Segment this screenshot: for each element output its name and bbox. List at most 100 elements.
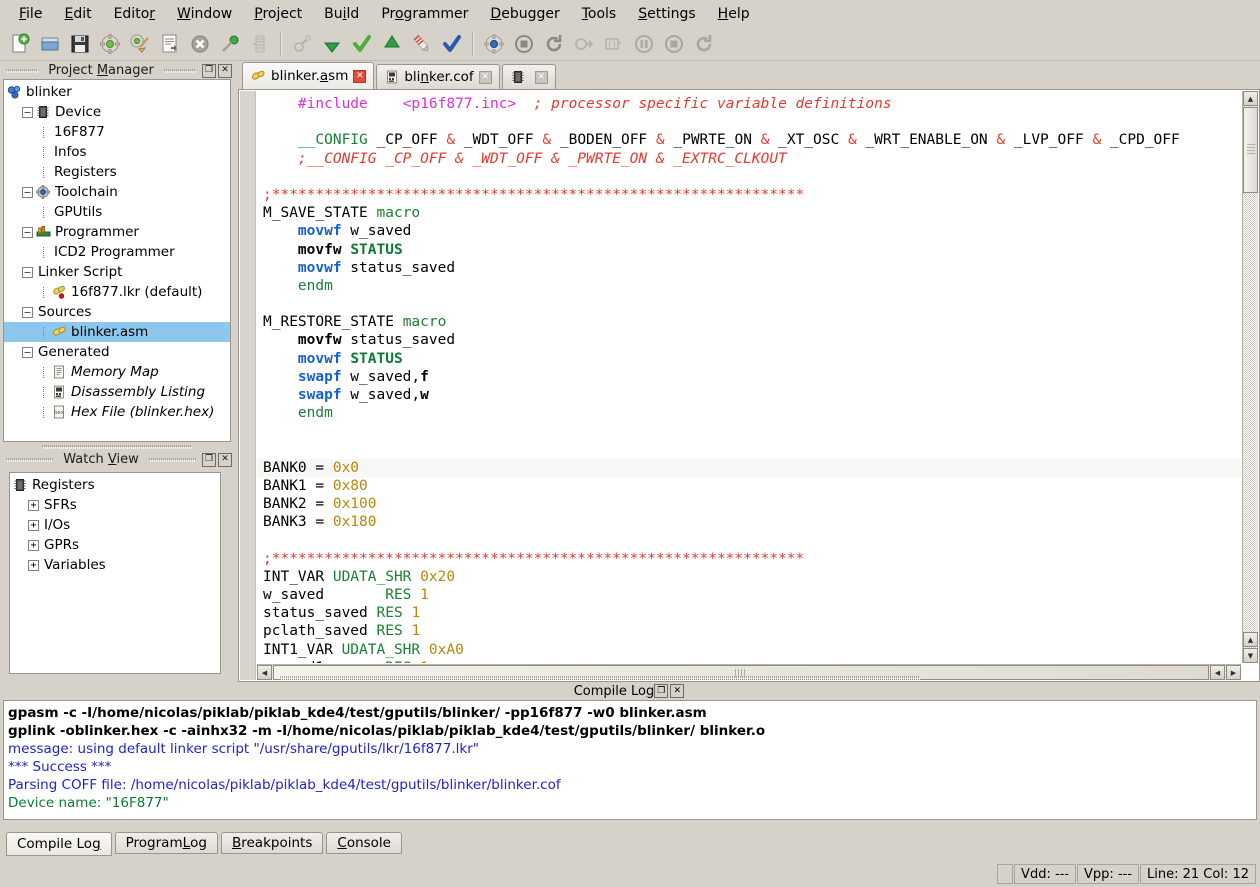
menu-item-help[interactable]: Help: [707, 3, 761, 25]
menu-item-window[interactable]: Window: [166, 3, 243, 25]
icon-border[interactable]: [240, 91, 256, 680]
expand-icon[interactable]: +: [28, 519, 39, 531]
project-tree-item-node[interactable]: – Generated: [4, 342, 230, 362]
close-icon[interactable]: ✕: [218, 452, 232, 467]
collapse-icon[interactable]: –: [22, 346, 33, 358]
log-tab-console[interactable]: Console: [326, 832, 402, 854]
log-tab-program-log[interactable]: Program Log: [114, 832, 218, 854]
watch-tree-item-node[interactable]: + Variables: [10, 555, 220, 575]
undock-icon[interactable]: ❐: [202, 63, 216, 78]
scroll-up-button[interactable]: ▲: [1243, 91, 1258, 106]
project-tree-item-node[interactable]: 16F877: [4, 122, 230, 142]
compile-file-icon[interactable]: [156, 30, 184, 58]
project-tree-item-node[interactable]: – Programmer: [4, 222, 230, 242]
undock-icon[interactable]: ❐: [202, 452, 216, 467]
project-tree-item-node[interactable]: – Device: [4, 102, 230, 122]
restart-icon[interactable]: [690, 30, 718, 58]
project-tree[interactable]: blinker – Device 16F877 Infos Registers – Toolc…: [4, 80, 230, 422]
project-tree-item-node[interactable]: GPUtils: [4, 202, 230, 222]
editor-vertical-scrollbar[interactable]: ▲ ▲ ▼: [1242, 91, 1258, 663]
compile-log-output[interactable]: gpasm -c -I/home/nicolas/piklab/piklab_k…: [3, 700, 1257, 820]
close-icon[interactable]: ✕: [218, 63, 232, 78]
erase-device-icon[interactable]: [378, 30, 406, 58]
project-tree-item-node[interactable]: hex Hex File (blinker.hex): [4, 402, 230, 422]
check-device-icon[interactable]: [348, 30, 376, 58]
watch-view-titlebar[interactable]: Watch View ❐ ✕: [0, 451, 234, 468]
project-tree-item-node[interactable]: – Linker Script: [4, 262, 230, 282]
log-tab-compile-log[interactable]: Compile Lo g: [6, 832, 112, 856]
debug-reset-icon[interactable]: [540, 30, 568, 58]
collapse-icon[interactable]: –: [22, 306, 33, 318]
watch-tree-item-node[interactable]: + I/Os: [10, 515, 220, 535]
project-tree-item-node[interactable]: Disassembly Listing: [4, 382, 230, 402]
editor-tab-registers[interactable]: ✕: [501, 64, 556, 89]
verify-all-icon[interactable]: [438, 30, 466, 58]
vertical-scroll-thumb[interactable]: [1243, 107, 1258, 193]
expand-icon[interactable]: +: [28, 559, 39, 571]
menu-item-editor[interactable]: Editor: [103, 3, 166, 25]
read-device-icon[interactable]: [318, 30, 346, 58]
menu-item-build[interactable]: Build: [313, 3, 370, 25]
collapse-icon[interactable]: –: [22, 106, 33, 118]
project-tree-item-node[interactable]: Memory Map: [4, 362, 230, 382]
project-manager-titlebar[interactable]: Project Manager ❐ ✕: [0, 62, 234, 79]
collapse-icon[interactable]: –: [22, 226, 33, 238]
listing-icon: [51, 384, 67, 400]
build-project-icon[interactable]: [96, 30, 124, 58]
project-tree-item-node[interactable]: 16f877.lkr (default): [4, 282, 230, 302]
debug-stop-icon[interactable]: [510, 30, 538, 58]
collapse-icon[interactable]: –: [22, 186, 33, 198]
watch-tree[interactable]: Registers + SFRs + I/Os + GPRs + Variables: [10, 473, 220, 575]
pause-icon[interactable]: [630, 30, 658, 58]
save-file-icon[interactable]: [66, 30, 94, 58]
menu-item-settings[interactable]: Settings: [627, 3, 706, 25]
tab-close-icon[interactable]: ✕: [534, 70, 548, 84]
undock-icon[interactable]: ❐: [654, 684, 669, 698]
project-tree-item-node[interactable]: – Toolchain: [4, 182, 230, 202]
program-device-icon[interactable]: [246, 30, 274, 58]
menu-item-file[interactable]: File: [8, 3, 53, 25]
project-tree-item-node[interactable]: blinker: [4, 82, 230, 102]
step-out-icon[interactable]: {}: [600, 30, 628, 58]
halt-icon[interactable]: [660, 30, 688, 58]
debug-start-icon[interactable]: [480, 30, 508, 58]
verify-icon[interactable]: [408, 30, 436, 58]
stop-build-icon[interactable]: [186, 30, 214, 58]
menu-item-edit[interactable]: Edit: [53, 3, 102, 25]
code-token: _CPD_OFF: [1101, 132, 1180, 149]
watch-tree-item-node[interactable]: + GPRs: [10, 535, 220, 555]
project-tree-item-node[interactable]: – Sources: [4, 302, 230, 322]
scroll-up-button-bottom[interactable]: ▲: [1243, 632, 1258, 647]
connect-programmer-icon[interactable]: [216, 30, 244, 58]
editor-tab-blinker.cof[interactable]: blinker.cof ✕: [376, 64, 500, 89]
menu-item-tools[interactable]: Tools: [571, 3, 628, 25]
log-tab-breakpoints[interactable]: Breakpoints: [220, 832, 324, 854]
close-icon[interactable]: ✕: [670, 684, 685, 698]
expand-icon[interactable]: +: [28, 539, 39, 551]
project-tree-item-node[interactable]: blinker.asm: [4, 322, 230, 342]
compile-log-titlebar[interactable]: Compile Log ❐ ✕: [0, 682, 1260, 700]
menu-item-debugger[interactable]: Debugger: [479, 3, 570, 25]
open-file-icon[interactable]: [36, 30, 64, 58]
menu-item-project[interactable]: Project: [243, 3, 313, 25]
watch-tree-item-node[interactable]: Registers: [10, 475, 220, 495]
verify-device-icon[interactable]: [288, 30, 316, 58]
new-file-icon[interactable]: [6, 30, 34, 58]
project-tree-item-node[interactable]: ICD2 Programmer: [4, 242, 230, 262]
project-tree-item-node[interactable]: Registers: [4, 162, 230, 182]
step-into-icon[interactable]: [570, 30, 598, 58]
source-code-view[interactable]: #include <p16f877.inc> ; processor speci…: [257, 91, 1241, 663]
code-token: UDATA_SHR: [332, 568, 412, 585]
tab-close-icon[interactable]: ✕: [478, 70, 492, 84]
expand-icon[interactable]: +: [28, 499, 39, 511]
watch-tree-item-node[interactable]: + SFRs: [10, 495, 220, 515]
tab-close-icon[interactable]: ✕: [353, 69, 367, 83]
editor-tab-blinker.asm[interactable]: blinker.asm ✕: [242, 62, 375, 89]
clean-project-icon[interactable]: [126, 30, 154, 58]
project-tree-item-node[interactable]: Infos: [4, 142, 230, 162]
menu-item-programmer[interactable]: Programmer: [370, 3, 479, 25]
scroll-down-button[interactable]: ▼: [1243, 648, 1258, 663]
collapse-icon[interactable]: –: [22, 266, 33, 278]
